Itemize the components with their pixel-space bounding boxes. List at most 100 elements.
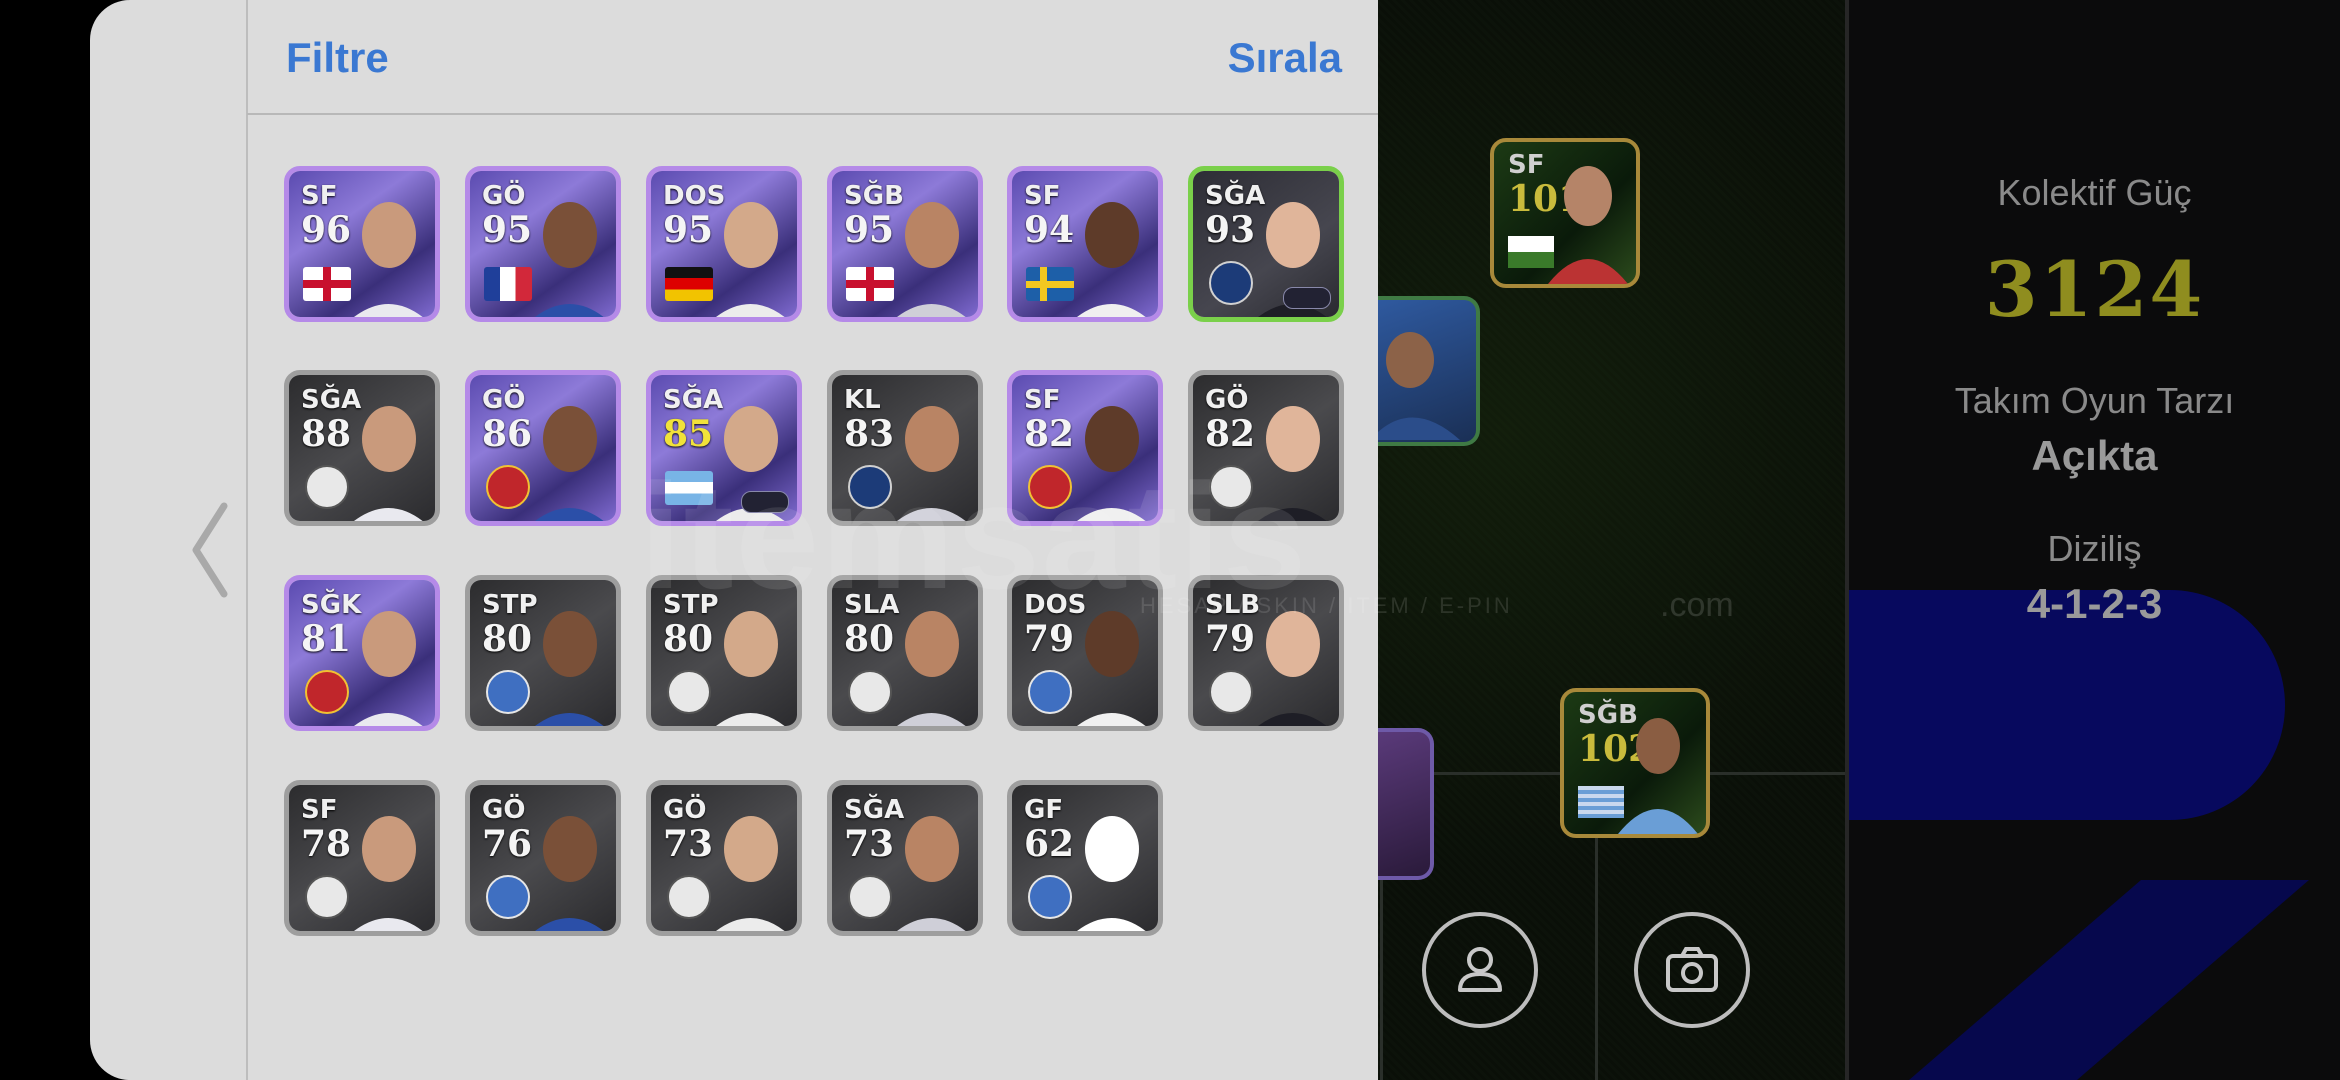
player-card[interactable]: GÖ 73: [646, 780, 802, 936]
card-rating: 95: [844, 209, 895, 251]
card-rating: 88: [301, 413, 352, 455]
flag-france-icon: [484, 267, 532, 301]
player-card[interactable]: SĞA 88: [284, 370, 440, 526]
card-position: DOS: [663, 181, 726, 211]
player-portrait: [716, 816, 785, 931]
card-rating: 73: [844, 823, 895, 865]
club-crest-icon: [1028, 670, 1072, 714]
club-crest-icon: [305, 465, 349, 509]
person-icon: [1458, 947, 1502, 992]
player-card[interactable]: GÖ 86: [465, 370, 621, 526]
player-portrait: [535, 202, 604, 317]
flag-england-icon: [303, 267, 351, 301]
player-card[interactable]: GÖ 95: [465, 166, 621, 322]
pitch-line: [1380, 880, 1383, 1080]
card-position: SĞB: [844, 181, 904, 211]
player-card[interactable]: DOS 95: [646, 166, 802, 322]
player-card[interactable]: SĞK 81: [284, 575, 440, 731]
club-crest-icon: [667, 875, 711, 919]
card-rating: 94: [1024, 209, 1075, 251]
player-portrait: [535, 406, 604, 521]
club-crest-icon: [486, 670, 530, 714]
arsenal-crest-icon: [486, 465, 530, 509]
card-position: SĞA: [301, 385, 362, 415]
formation-label: Diziliş: [2047, 528, 2142, 569]
pitch-card-position: SF: [1508, 150, 1545, 180]
profile-button[interactable]: [1422, 912, 1538, 1028]
formation-value: 4-1-2-3: [2026, 580, 2163, 627]
player-card[interactable]: STP 80: [465, 575, 621, 731]
player-card[interactable]: GF 62: [1007, 780, 1163, 936]
card-position: SF: [1024, 385, 1061, 415]
card-rating: 85: [663, 413, 714, 455]
club-crest-icon: [848, 875, 892, 919]
card-position: SĞA: [663, 385, 724, 415]
card-rating: 73: [663, 823, 714, 865]
club-crest-icon: [848, 670, 892, 714]
player-card[interactable]: SĞA 93: [1188, 166, 1344, 322]
card-rating: 96: [301, 209, 352, 251]
camera-button[interactable]: [1634, 912, 1750, 1028]
card-rating: 79: [1024, 618, 1075, 660]
player-portrait: [354, 816, 423, 931]
card-rating: 78: [301, 823, 352, 865]
card-rating: 93: [1205, 209, 1256, 251]
card-rating: 79: [1205, 618, 1256, 660]
panel-strip-divider: [246, 0, 248, 1080]
card-position: GÖ: [663, 795, 707, 825]
card-rating: 82: [1205, 413, 1256, 455]
card-position: SĞK: [301, 590, 362, 620]
power-value: 3124: [1984, 245, 2205, 334]
pitch-player-card-partial[interactable]: [1376, 728, 1434, 880]
flag-england-icon: [846, 267, 894, 301]
pitch-player-card[interactable]: SF 101: [1490, 138, 1640, 288]
card-position: SF: [301, 795, 338, 825]
card-rating: 95: [663, 209, 714, 251]
psg-crest-icon: [1209, 261, 1253, 305]
player-card[interactable]: GÖ 76: [465, 780, 621, 936]
filter-button[interactable]: Filtre: [286, 34, 389, 82]
card-rating: 80: [844, 618, 895, 660]
player-portrait: [1618, 718, 1698, 834]
flag-germany-icon: [665, 267, 713, 301]
player-portrait: [535, 816, 604, 931]
card-position: SĞA: [844, 795, 905, 825]
card-position: KL: [844, 385, 881, 415]
club-crest-icon: [305, 875, 349, 919]
player-portrait: [1548, 166, 1628, 284]
pitch-player-card[interactable]: SĞB 102: [1560, 688, 1710, 838]
card-rating: 95: [482, 209, 533, 251]
camera-icon: [1666, 947, 1718, 992]
flag-sweden-icon: [1026, 267, 1074, 301]
player-portrait: [1370, 332, 1460, 440]
card-position: GÖ: [482, 795, 526, 825]
player-card[interactable]: SF 94: [1007, 166, 1163, 322]
card-position: GÖ: [1205, 385, 1249, 415]
card-position: GÖ: [482, 385, 526, 415]
card-rating: 81: [301, 618, 352, 660]
decorative-shape: [1909, 880, 2309, 1080]
play-style-value: Açıkta: [2031, 432, 2158, 479]
card-rating: 82: [1024, 413, 1075, 455]
player-card[interactable]: SF 96: [284, 166, 440, 322]
play-style-label: Takım Oyun Tarzı: [1954, 380, 2235, 421]
sort-button[interactable]: Sırala: [1228, 34, 1342, 82]
player-card[interactable]: SF 78: [284, 780, 440, 936]
header-divider: [247, 113, 1378, 115]
boost-badge-icon: [1283, 287, 1331, 309]
club-crest-icon: [667, 670, 711, 714]
card-rating: 83: [844, 413, 895, 455]
pitch-player-card-partial[interactable]: [1370, 296, 1480, 446]
watermark-tagline: HESAP / SKIN / ITEM / E-PIN: [1140, 593, 1513, 618]
card-position: GF: [1024, 795, 1064, 825]
chevron-left-icon[interactable]: [188, 500, 232, 600]
manutd-crest-icon: [305, 670, 349, 714]
card-rating: 86: [482, 413, 533, 455]
team-info-panel: Kolektif Güç 3124 Takım Oyun Tarzı Açıkt…: [1849, 0, 2340, 1080]
card-rating: 80: [482, 618, 533, 660]
player-card[interactable]: SĞB 95: [827, 166, 983, 322]
player-portrait: [1077, 202, 1146, 317]
club-crest-icon: [486, 875, 530, 919]
card-position: SĞA: [1205, 181, 1266, 211]
player-card[interactable]: SĞA 73: [827, 780, 983, 936]
